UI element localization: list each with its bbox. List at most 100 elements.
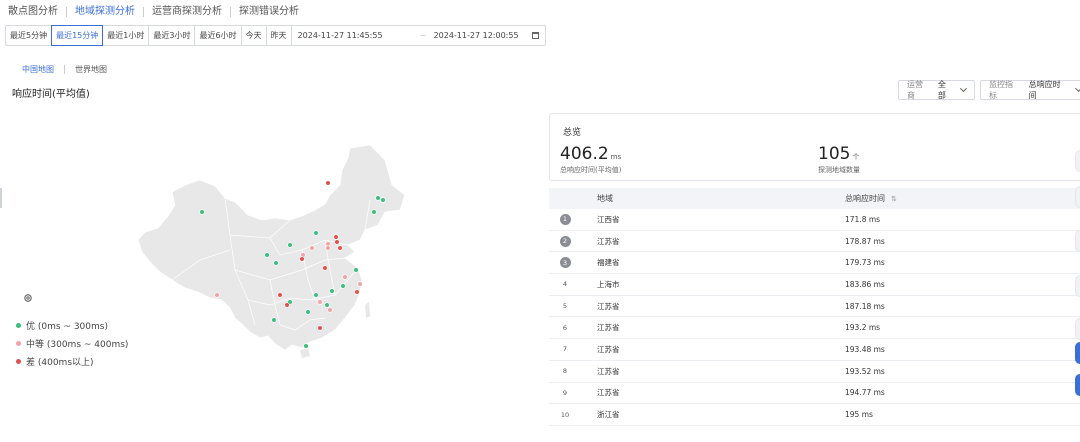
region-count-desc: 探测地域数量: [818, 166, 860, 174]
map-point-medium[interactable]: [327, 307, 333, 313]
map-point-good[interactable]: [273, 260, 279, 266]
table-row[interactable]: 9 江苏省 194.77 ms: [549, 383, 1080, 405]
rank-cell: 4: [549, 279, 581, 290]
time-3h-button[interactable]: 最近3小时: [149, 26, 196, 45]
map-point-good[interactable]: [324, 302, 330, 308]
map-point-medium[interactable]: [214, 292, 220, 298]
map-point-good[interactable]: [199, 209, 205, 215]
gear-icon[interactable]: [23, 293, 33, 303]
time-cell: 171.8 ms: [845, 214, 881, 224]
time-15min-button[interactable]: 最近15分钟: [51, 25, 104, 46]
map-point-good[interactable]: [264, 252, 270, 258]
map-point-good[interactable]: [303, 343, 309, 349]
map-point-bad[interactable]: [333, 234, 339, 240]
time-5min-button[interactable]: 最近5分钟: [6, 26, 53, 45]
time-cell: 187.18 ms: [845, 301, 885, 311]
edge-widget[interactable]: [1075, 275, 1080, 297]
table-row[interactable]: 3 福建省 179.73 ms: [549, 252, 1080, 275]
tab-operator[interactable]: 运营商探测分析: [144, 0, 230, 24]
edge-widget[interactable]: [1075, 186, 1080, 208]
map-point-good[interactable]: [313, 292, 319, 298]
time-today-button[interactable]: 今天: [242, 26, 267, 45]
map-point-good[interactable]: [375, 195, 381, 201]
map-point-bad[interactable]: [284, 302, 290, 308]
region-cell: 浙江省: [597, 410, 620, 420]
metric-select[interactable]: 监控指标 总响应时间: [980, 80, 1080, 100]
time-header[interactable]: 总响应时间 ⇅: [845, 193, 1080, 204]
rank-cell: 5: [549, 301, 581, 312]
region-cell: 江苏省: [597, 236, 620, 246]
table-row[interactable]: 7 江苏省 193.48 ms: [549, 339, 1080, 361]
region-cell: 江苏省: [597, 344, 620, 354]
panel-resize-handle[interactable]: [0, 188, 2, 208]
map-point-bad[interactable]: [317, 325, 323, 331]
start-date[interactable]: 2024-11-27 11:45:55: [298, 31, 420, 40]
tab-error[interactable]: 探测错误分析: [231, 0, 307, 24]
rank-cell: 7: [549, 344, 581, 355]
map-point-bad[interactable]: [337, 245, 343, 251]
map-point-medium[interactable]: [342, 274, 348, 280]
section-title: 响应时间(平均值): [12, 89, 90, 100]
time-yesterday-button[interactable]: 昨天: [267, 26, 292, 45]
table-row[interactable]: 6 江苏省 193.2 ms: [549, 317, 1080, 340]
rank-cell: 3: [549, 257, 581, 269]
map-point-medium[interactable]: [325, 245, 331, 251]
legend-dot: [16, 340, 21, 346]
map-point-bad[interactable]: [322, 265, 328, 271]
end-date[interactable]: 2024-11-27 12:00:55: [434, 31, 532, 40]
map-point-good[interactable]: [329, 288, 335, 294]
tab-region[interactable]: 地域探测分析: [67, 0, 143, 24]
region-cell: 江苏省: [597, 301, 620, 311]
map-point-medium[interactable]: [357, 281, 363, 287]
map-point-bad[interactable]: [354, 289, 360, 295]
map-point-bad[interactable]: [334, 239, 340, 245]
rank-badge: 5: [562, 302, 568, 311]
map-legend: 优 (0ms ~ 300ms) 中等 (300ms ~ 400ms) 差 (40…: [16, 293, 128, 370]
tab-china-map[interactable]: 中国地图: [22, 64, 54, 75]
sort-icon[interactable]: ⇅: [891, 195, 897, 203]
time-1h-button[interactable]: 最近1小时: [103, 26, 150, 45]
taiwan-island: [365, 302, 370, 318]
summary-title: 总览: [563, 128, 582, 138]
map-point-bad[interactable]: [277, 292, 283, 298]
tab-world-map[interactable]: 世界地图: [75, 64, 107, 75]
time-6h-button[interactable]: 最近6小时: [195, 26, 242, 45]
date-range-picker[interactable]: 2024-11-27 11:45:55 ~ 2024-11-27 12:00:5…: [292, 26, 545, 45]
map-point-bad[interactable]: [325, 180, 331, 186]
map-point-medium[interactable]: [309, 245, 315, 251]
map-point-good[interactable]: [380, 197, 386, 203]
table-row[interactable]: 4 上海市 183.86 ms: [549, 274, 1080, 296]
table-row[interactable]: 1 江西省 171.8 ms: [549, 209, 1080, 231]
china-map[interactable]: [130, 140, 420, 370]
table-row[interactable]: 2 江苏省 178.87 ms: [549, 231, 1080, 253]
rank-cell: 2: [549, 235, 581, 247]
rank-badge: 4: [562, 280, 568, 289]
analysis-tabs: 散点图分析 地域探测分析 运营商探测分析 探测错误分析: [0, 0, 307, 24]
map-point-medium[interactable]: [317, 299, 323, 305]
edge-widget[interactable]: [1075, 150, 1080, 172]
rank-badge: 7: [562, 345, 568, 354]
map-point-good[interactable]: [271, 317, 277, 323]
map-point-good[interactable]: [353, 267, 359, 273]
calendar-icon[interactable]: [532, 32, 539, 39]
table-row[interactable]: 8 江苏省 193.52 ms: [549, 361, 1080, 383]
map-point-good[interactable]: [287, 242, 293, 248]
rank-cell: 1: [549, 213, 581, 225]
edge-widget-active[interactable]: [1075, 342, 1080, 364]
map-point-good[interactable]: [340, 283, 346, 289]
map-point-good[interactable]: [371, 209, 377, 215]
edge-widget-active[interactable]: [1075, 374, 1080, 396]
table-row[interactable]: 10 浙江省 195 ms: [549, 404, 1080, 426]
legend-item-good: 优 (0ms ~ 300ms): [16, 316, 128, 334]
rank-badge: 10: [560, 410, 570, 419]
tab-scatter[interactable]: 散点图分析: [0, 0, 66, 24]
map-point-good[interactable]: [313, 230, 319, 236]
map-point-good[interactable]: [305, 309, 311, 315]
rank-badge: 8: [562, 367, 568, 376]
rank-cell: 8: [549, 366, 581, 377]
map-point-bad[interactable]: [299, 256, 305, 262]
operator-select[interactable]: 运营商 全部: [898, 80, 975, 100]
table-row[interactable]: 5 江苏省 187.18 ms: [549, 296, 1080, 318]
edge-widget[interactable]: [1075, 318, 1080, 340]
edge-widget[interactable]: [1075, 230, 1080, 252]
